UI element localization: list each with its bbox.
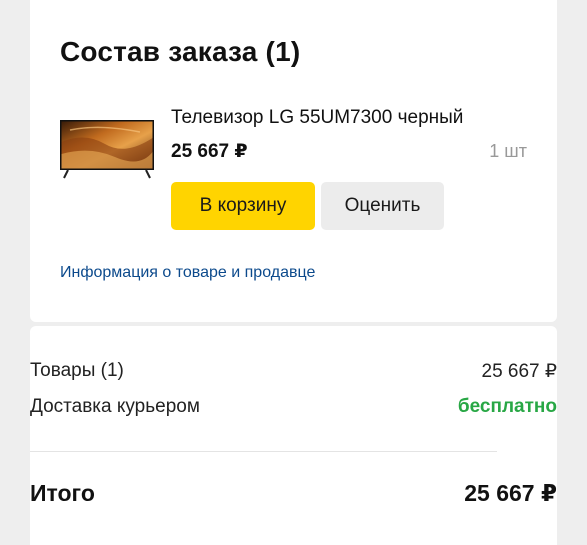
product-name[interactable]: Телевизор LG 55UM7300 черный: [171, 107, 463, 129]
checkout-page: Состав заказа (1) Телевизор LG 55UM7300 …: [0, 0, 587, 545]
goods-value: 25 667 ₽: [481, 361, 557, 382]
goods-label: Товары (1): [30, 360, 124, 381]
product-quantity: 1 шт: [489, 141, 527, 161]
summary-divider: [30, 451, 497, 452]
product-seller-info-link[interactable]: Информация о товаре и продавце: [60, 264, 315, 282]
delivery-label: Доставка курьером: [30, 396, 200, 417]
total-value: 25 667 ₽: [464, 480, 557, 506]
add-to-cart-button[interactable]: В корзину: [171, 182, 315, 230]
tv-icon: [60, 120, 154, 179]
product-image[interactable]: [60, 112, 154, 182]
order-card: Состав заказа (1) Телевизор LG 55UM7300 …: [30, 0, 557, 322]
order-title: Состав заказа (1): [60, 36, 301, 67]
total-label: Итого: [30, 480, 95, 506]
rate-button[interactable]: Оценить: [321, 182, 444, 230]
product-price: 25 667 ₽: [171, 141, 248, 162]
delivery-value: бесплатно: [457, 396, 557, 417]
summary-card: [30, 326, 557, 545]
